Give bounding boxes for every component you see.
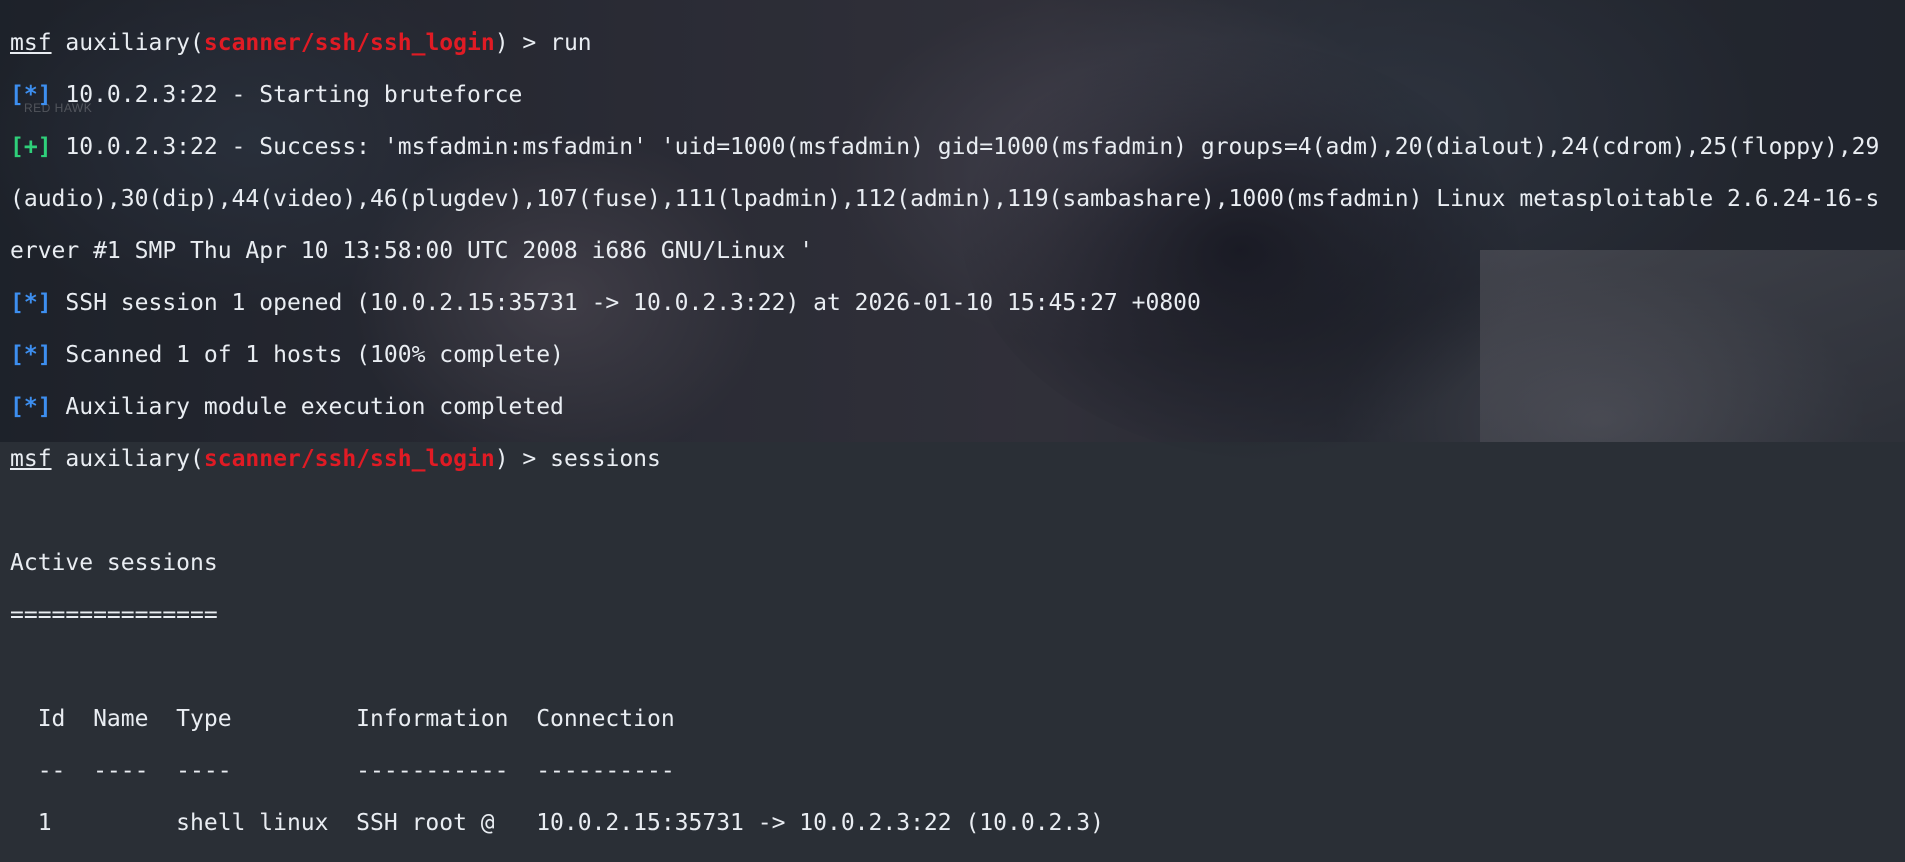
- output-success-1: [+] 10.0.2.3:22 - Success: 'msfadmin:msf…: [10, 134, 1895, 160]
- prompt-suffix: >: [508, 446, 551, 472]
- output-completed: [*] Auxiliary module execution completed: [10, 394, 1895, 420]
- output-session-opened: [*] SSH session 1 opened (10.0.2.15:3573…: [10, 290, 1895, 316]
- output-text: Scanned 1 of 1 hosts (100% complete): [51, 342, 564, 368]
- sessions-title: Active sessions: [10, 550, 218, 576]
- status-tag-info: [*]: [10, 342, 52, 368]
- prompt-user: msf: [10, 30, 52, 56]
- prompt-module: scanner/ssh/ssh_login: [203, 446, 495, 472]
- output-scanned: [*] Scanned 1 of 1 hosts (100% complete): [10, 342, 1895, 368]
- sessions-title-rule: ===============: [10, 602, 218, 628]
- status-tag-info: [*]: [10, 394, 52, 420]
- status-tag-info: [*]: [10, 290, 52, 316]
- status-tag-info: [*]: [10, 82, 52, 108]
- output-success-3: erver #1 SMP Thu Apr 10 13:58:00 UTC 200…: [10, 238, 814, 264]
- prompt-line-run: msf auxiliary(scanner/ssh/ssh_login) > r…: [10, 30, 592, 56]
- terminal-output[interactable]: msf auxiliary(scanner/ssh/ssh_login) > r…: [10, 4, 1895, 836]
- prompt-line-sessions: msf auxiliary(scanner/ssh/ssh_login) > s…: [10, 446, 661, 472]
- prompt-word: auxiliary: [65, 30, 191, 56]
- sessions-table-header: Id Name Type Information Connection: [10, 706, 675, 732]
- output-starting: [*] 10.0.2.3:22 - Starting bruteforce: [10, 82, 1895, 108]
- sessions-table-row: 1 shell linux SSH root @ 10.0.2.15:35731…: [10, 810, 1104, 836]
- sessions-table-rule: -- ---- ---- ----------- ----------: [10, 758, 675, 784]
- output-text: Auxiliary module execution completed: [51, 394, 564, 420]
- output-text: 10.0.2.3:22 - Starting bruteforce: [51, 82, 523, 108]
- output-success-2: (audio),30(dip),44(video),46(plugdev),10…: [10, 186, 1880, 212]
- prompt-suffix: >: [508, 30, 551, 56]
- status-tag-success: [+]: [10, 134, 52, 160]
- output-text: SSH session 1 opened (10.0.2.15:35731 ->…: [51, 290, 1201, 316]
- command-run: run: [550, 30, 592, 56]
- prompt-word: auxiliary: [65, 446, 191, 472]
- command-sessions: sessions: [550, 446, 661, 472]
- prompt-user: msf: [10, 446, 52, 472]
- prompt-module: scanner/ssh/ssh_login: [203, 30, 495, 56]
- output-text: 10.0.2.3:22 - Success: 'msfadmin:msfadmi…: [51, 134, 1880, 160]
